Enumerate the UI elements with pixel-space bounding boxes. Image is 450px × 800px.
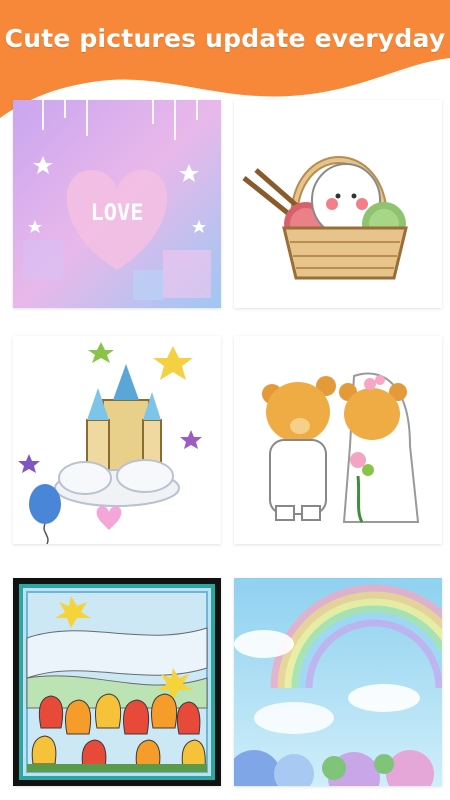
picture-card-bear-wedding[interactable] xyxy=(234,336,442,544)
picture-card-cat-basket[interactable] xyxy=(234,100,442,308)
love-text: LOVE xyxy=(91,201,144,226)
bear-wedding-picture xyxy=(234,336,442,544)
picture-card-rainbow[interactable] xyxy=(234,578,442,786)
rainbow-hydrangea-picture xyxy=(234,578,442,786)
love-heart-picture: LOVE xyxy=(13,100,221,308)
headline: Cute pictures update everyday xyxy=(4,24,446,53)
castle-cloud-picture xyxy=(13,336,221,544)
picture-card-love[interactable]: LOVE xyxy=(13,100,221,308)
picture-card-castle[interactable] xyxy=(13,336,221,544)
cat-knitting-basket-picture xyxy=(234,100,442,308)
picture-card-tulips[interactable] xyxy=(13,578,221,786)
tulip-stained-glass-picture xyxy=(13,578,221,786)
